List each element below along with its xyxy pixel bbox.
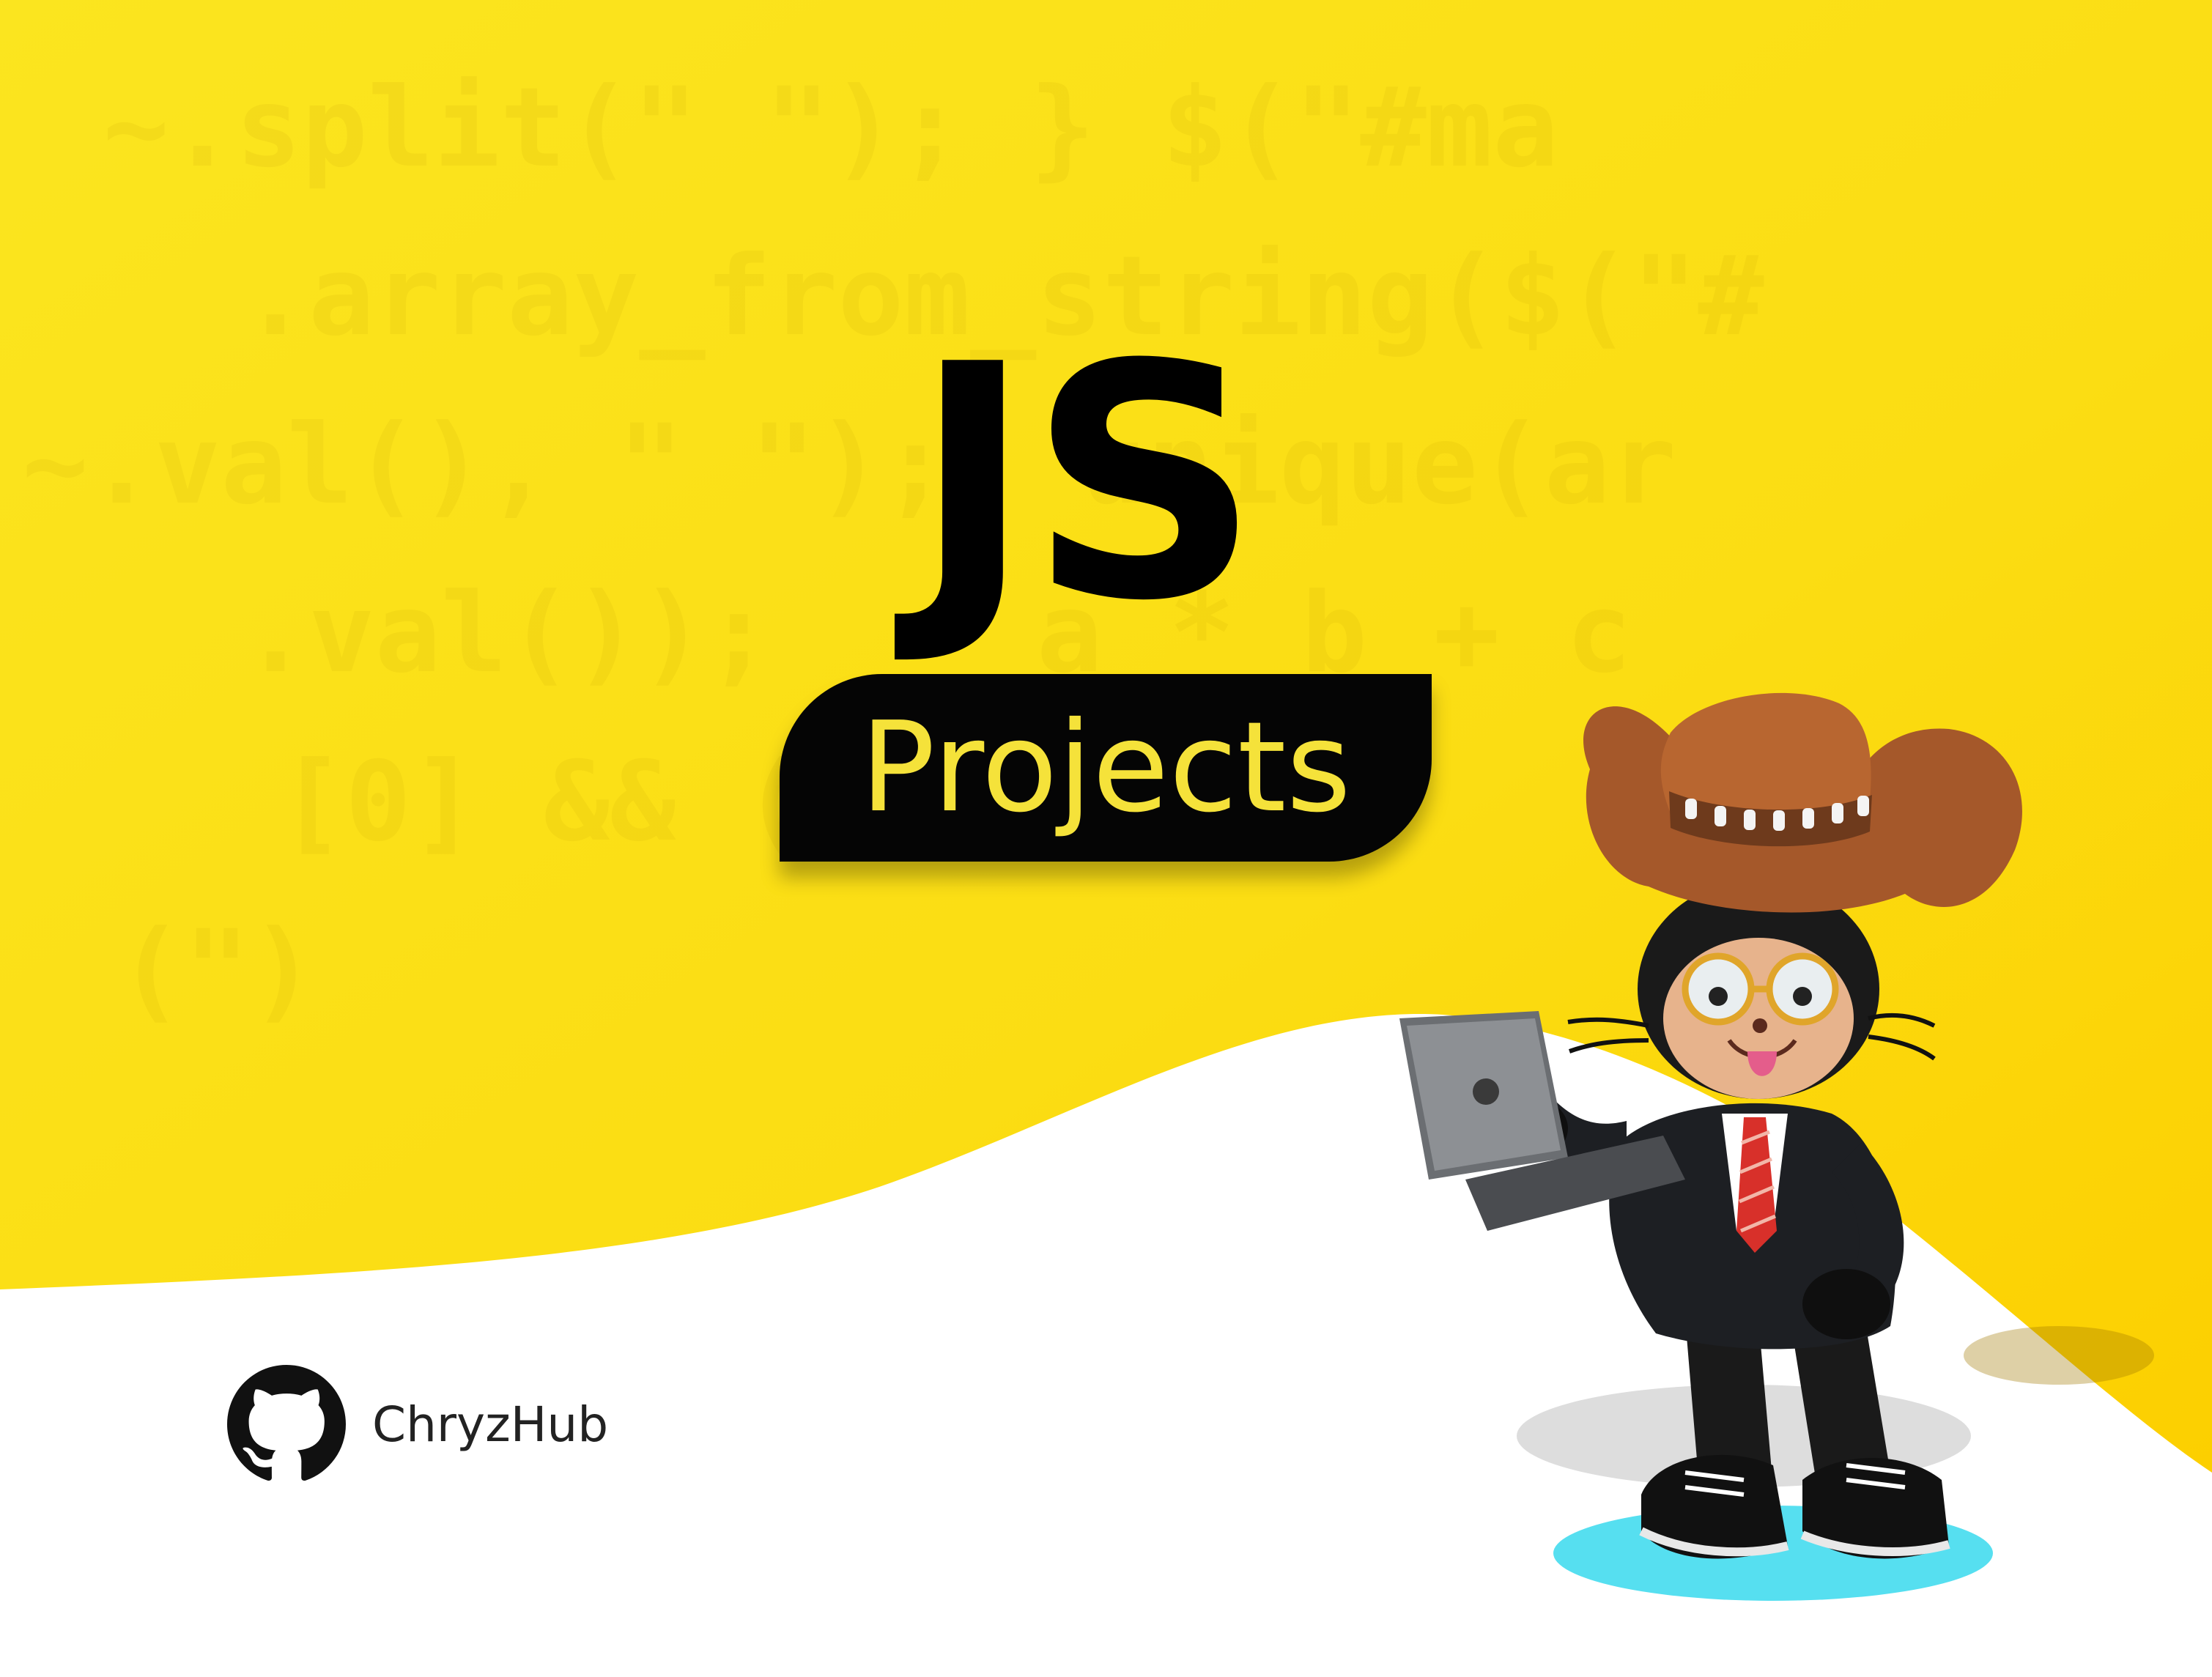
badge-text: Projects [859, 695, 1352, 840]
brand-name: ChryzHub [372, 1396, 609, 1453]
github-icon [227, 1365, 346, 1481]
project-cover: ~.split(" "); } $("#ma .array_from_strin… [0, 0, 2212, 1677]
title: JS [912, 296, 1261, 671]
brand: ChryzHub [227, 1365, 608, 1484]
projects-badge: Projects [780, 674, 1432, 862]
octocat-mascot-illustration [1399, 692, 2154, 1601]
